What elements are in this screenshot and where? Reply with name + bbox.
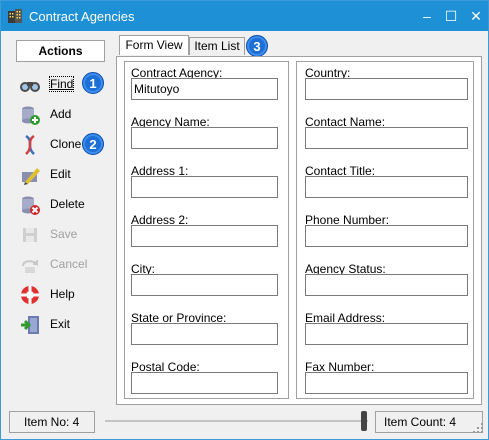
tab-form-view[interactable]: Form View — [119, 35, 189, 55]
phone-number-input[interactable] — [305, 225, 468, 247]
window-title: Contract Agencies — [29, 9, 135, 24]
agency-name-input[interactable] — [131, 127, 278, 149]
help-action[interactable]: Help — [17, 282, 107, 306]
binoculars-icon — [20, 82, 40, 92]
badge-3: 3 — [246, 35, 268, 57]
agency-status-input[interactable] — [305, 274, 468, 296]
database-delete-icon — [22, 196, 40, 215]
lifebuoy-icon — [21, 286, 39, 304]
add-label: Add — [50, 107, 72, 121]
clone-label: Clone — [50, 137, 82, 151]
contact-title-input[interactable] — [305, 176, 468, 198]
form-view-panel: Contract Agency: Mitutoyo Agency Name: A… — [116, 56, 482, 405]
item-count-panel: Item Count: 4 — [375, 411, 483, 433]
status-bar: Item No: 4 Item Count: 4 — [1, 407, 488, 439]
dna-icon — [25, 134, 35, 155]
right-field-group: Country: Contact Name: Contact Title: Ph… — [296, 61, 474, 399]
country-input[interactable] — [305, 78, 468, 100]
actions-header: Actions — [16, 40, 105, 62]
edit-action[interactable]: Edit — [17, 162, 107, 186]
contact-name-input[interactable] — [305, 127, 468, 149]
cancel-icon — [22, 260, 38, 273]
maximize-button[interactable]: ☐ — [437, 1, 465, 31]
exit-label: Exit — [50, 317, 71, 331]
postal-code-input[interactable] — [131, 372, 278, 394]
title-bar[interactable]: Contract Agencies – ☐ ✕ — [1, 1, 488, 31]
close-button[interactable]: ✕ — [462, 1, 489, 31]
cancel-action[interactable]: Cancel — [17, 252, 107, 276]
city-input[interactable] — [131, 274, 278, 296]
find-label: Find — [48, 76, 75, 92]
contract-agencies-window: Contract Agencies – ☐ ✕ Actions Find Add… — [0, 0, 489, 440]
email-address-input[interactable] — [305, 323, 468, 345]
resize-grip-icon[interactable] — [471, 421, 485, 435]
edit-label: Edit — [50, 167, 71, 181]
address-2-input[interactable] — [131, 225, 278, 247]
state-province-input[interactable] — [131, 323, 278, 345]
fax-number-input[interactable] — [305, 372, 468, 394]
record-slider-thumb[interactable] — [361, 411, 367, 431]
address-1-input[interactable] — [131, 176, 278, 198]
delete-label: Delete — [50, 197, 85, 211]
item-number-text: Item No: 4 — [24, 415, 80, 429]
exit-door-icon — [21, 316, 39, 334]
tab-item-list[interactable]: Item List — [189, 37, 245, 55]
save-action[interactable]: Save — [17, 222, 107, 246]
badge-1: 1 — [82, 72, 104, 94]
pencil-icon — [22, 168, 40, 185]
left-field-group: Contract Agency: Mitutoyo Agency Name: A… — [124, 61, 289, 399]
save-icon — [23, 228, 37, 242]
cancel-label: Cancel — [50, 257, 88, 271]
delete-action[interactable]: Delete — [17, 192, 107, 216]
help-label: Help — [50, 287, 75, 301]
contract-agency-input[interactable]: Mitutoyo — [131, 78, 278, 100]
add-action[interactable]: Add — [17, 102, 107, 126]
exit-action[interactable]: Exit — [17, 312, 107, 336]
item-number-panel: Item No: 4 — [9, 411, 95, 433]
record-slider-track[interactable] — [105, 420, 368, 422]
badge-2: 2 — [82, 133, 104, 155]
item-count-text: Item Count: 4 — [384, 415, 457, 429]
save-label: Save — [50, 227, 78, 241]
building-icon — [8, 9, 22, 23]
database-add-icon — [22, 106, 40, 125]
